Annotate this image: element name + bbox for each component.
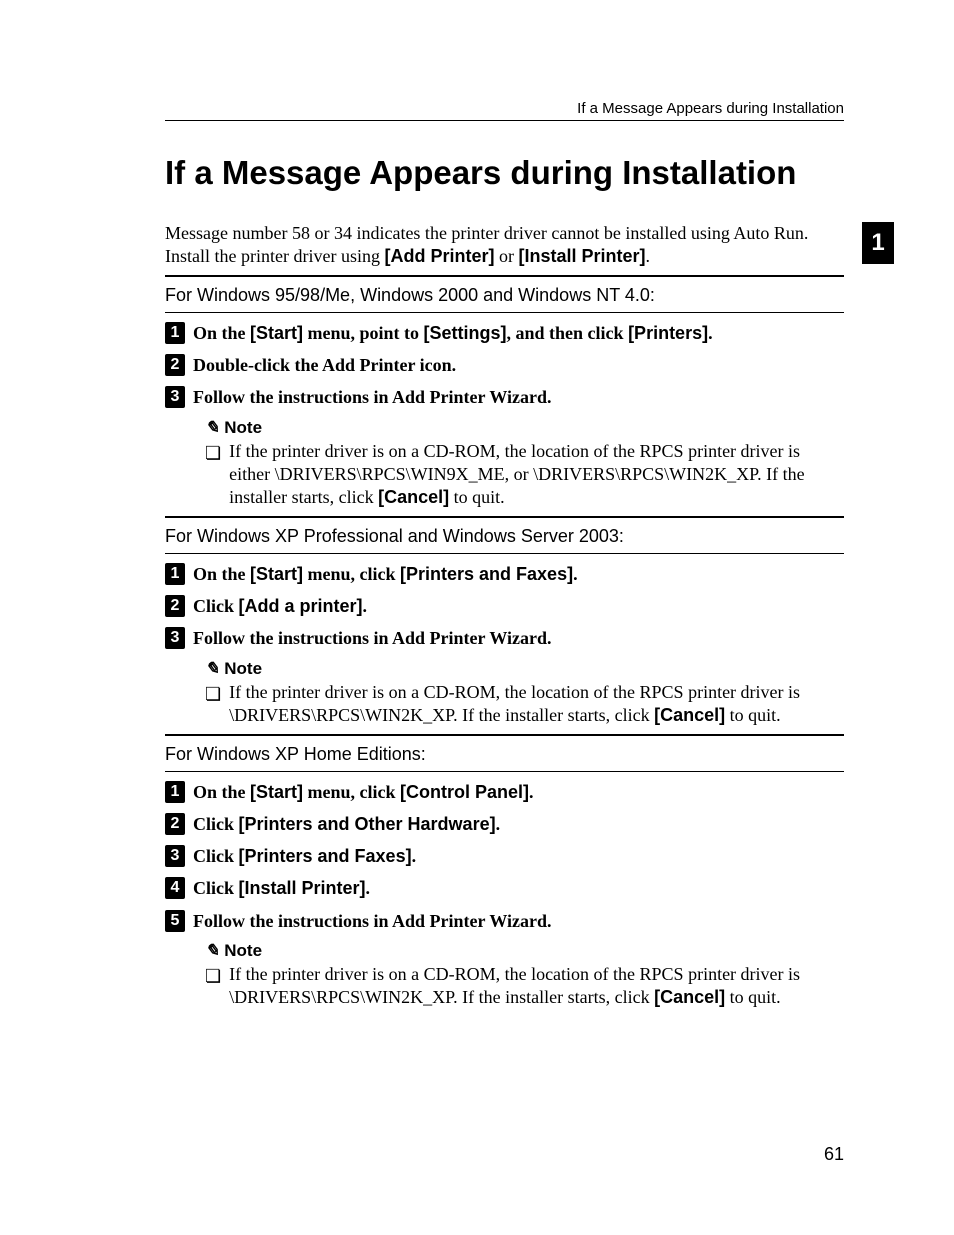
section-rule-thin: [165, 553, 844, 554]
step-number-icon: 4: [165, 877, 185, 899]
ui-label: [Cancel]: [378, 487, 449, 507]
section-label: For Windows XP Home Editions:: [165, 744, 844, 765]
section-rule: [165, 516, 844, 518]
section-rule: [165, 275, 844, 277]
step-number-icon: 2: [165, 813, 185, 835]
step-text: On the [Start] menu, point to [Settings]…: [193, 321, 713, 345]
step-text: On the [Start] menu, click [Printers and…: [193, 562, 578, 586]
step: 5 Follow the instructions in Add Printer …: [165, 909, 844, 933]
note-body: ❏If the printer driver is on a CD-ROM, t…: [205, 963, 844, 1010]
note-body: ❏If the printer driver is on a CD-ROM, t…: [205, 440, 844, 510]
step: 3 Follow the instructions in Add Printer …: [165, 626, 844, 650]
step-text: Click [Add a printer].: [193, 594, 367, 618]
step-text: Double-click the Add Printer icon.: [193, 353, 456, 377]
step-number-icon: 1: [165, 322, 185, 344]
bullet-icon: ❏: [205, 965, 221, 1010]
step-number-icon: 2: [165, 354, 185, 376]
step: 1 On the [Start] menu, click [Printers an…: [165, 562, 844, 586]
page-content: If a Message Appears during Installation…: [0, 0, 954, 1010]
note-text: If the printer driver is on a CD-ROM, th…: [229, 440, 844, 510]
note-heading: ✎Note: [205, 659, 844, 679]
pencil-icon: ✎: [205, 659, 219, 679]
ui-label: [Start]: [250, 564, 303, 584]
ui-label: [Settings]: [424, 323, 507, 343]
ui-label: [Cancel]: [654, 987, 725, 1007]
note-block: ✎Note❏If the printer driver is on a CD-R…: [205, 941, 844, 1010]
note-heading: ✎Note: [205, 941, 844, 961]
step-number-icon: 5: [165, 910, 185, 932]
note-block: ✎Note❏If the printer driver is on a CD-R…: [205, 418, 844, 510]
step-number-icon: 3: [165, 386, 185, 408]
step-text: Follow the instructions in Add Printer W…: [193, 909, 552, 933]
section-rule: [165, 734, 844, 736]
section-rule-thin: [165, 771, 844, 772]
step-number-icon: 1: [165, 781, 185, 803]
ui-label: [Printers and Faxes]: [400, 564, 573, 584]
note-body: ❏If the printer driver is on a CD-ROM, t…: [205, 681, 844, 728]
ui-label: [Start]: [250, 782, 303, 802]
intro-ui-1: [Add Printer]: [384, 246, 494, 266]
bullet-icon: ❏: [205, 442, 221, 510]
note-text: If the printer driver is on a CD-ROM, th…: [229, 963, 844, 1010]
step-text: Click [Install Printer].: [193, 876, 370, 900]
step-number-icon: 3: [165, 845, 185, 867]
ui-label: [Printers]: [628, 323, 708, 343]
step-number-icon: 2: [165, 595, 185, 617]
step: 4 Click [Install Printer].: [165, 876, 844, 900]
note-label: Note: [224, 418, 262, 438]
step-text: On the [Start] menu, click [Control Pane…: [193, 780, 534, 804]
intro-paragraph: Message number 58 or 34 indicates the pr…: [165, 222, 844, 269]
step-text: Follow the instructions in Add Printer W…: [193, 385, 552, 409]
step-text: Click [Printers and Faxes].: [193, 844, 416, 868]
note-label: Note: [224, 659, 262, 679]
intro-text: or: [494, 246, 518, 266]
intro-text: .: [645, 246, 650, 266]
bullet-icon: ❏: [205, 683, 221, 728]
page-number: 61: [824, 1144, 844, 1165]
step-number-icon: 3: [165, 627, 185, 649]
section-rule-thin: [165, 312, 844, 313]
ui-label: [Printers and Other Hardware]: [239, 814, 496, 834]
ui-label: [Cancel]: [654, 705, 725, 725]
intro-ui-2: [Install Printer]: [518, 246, 645, 266]
pencil-icon: ✎: [205, 418, 219, 438]
note-text: If the printer driver is on a CD-ROM, th…: [229, 681, 844, 728]
pencil-icon: ✎: [205, 941, 219, 961]
step: 1 On the [Start] menu, click [Control Pan…: [165, 780, 844, 804]
ui-label: [Printers and Faxes]: [239, 846, 412, 866]
ui-label: [Add a printer]: [239, 596, 363, 616]
note-heading: ✎Note: [205, 418, 844, 438]
ui-label: [Start]: [250, 323, 303, 343]
note-label: Note: [224, 941, 262, 961]
note-block: ✎Note❏If the printer driver is on a CD-R…: [205, 659, 844, 728]
step-text: Click [Printers and Other Hardware].: [193, 812, 500, 836]
step-number-icon: 1: [165, 563, 185, 585]
step: 3 Follow the instructions in Add Printer …: [165, 385, 844, 409]
step-text: Follow the instructions in Add Printer W…: [193, 626, 552, 650]
step: 2 Double-click the Add Printer icon.: [165, 353, 844, 377]
ui-label: [Install Printer]: [239, 878, 366, 898]
section-label: For Windows XP Professional and Windows …: [165, 526, 844, 547]
step: 2 Click [Printers and Other Hardware].: [165, 812, 844, 836]
ui-label: [Control Panel]: [400, 782, 529, 802]
page-title: If a Message Appears during Installation: [165, 154, 844, 192]
step: 3 Click [Printers and Faxes].: [165, 844, 844, 868]
step: 1 On the [Start] menu, point to [Settings…: [165, 321, 844, 345]
step: 2 Click [Add a printer].: [165, 594, 844, 618]
section-label: For Windows 95/98/Me, Windows 2000 and W…: [165, 285, 844, 306]
